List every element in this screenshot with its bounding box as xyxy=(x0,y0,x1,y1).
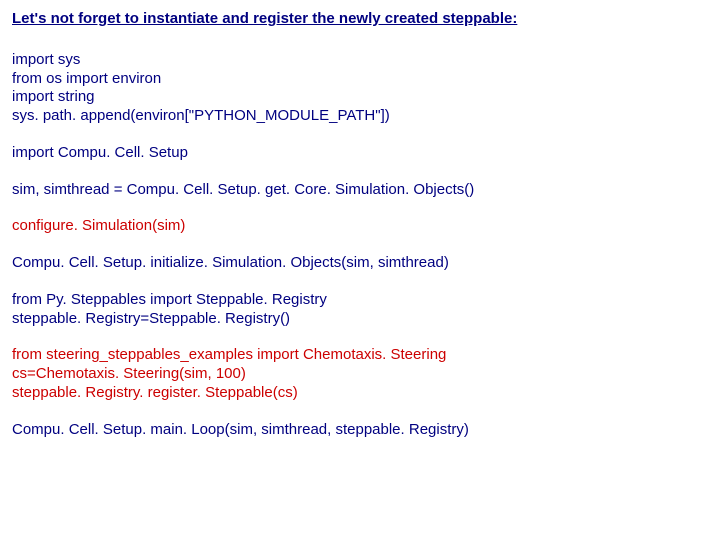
code-line: import string xyxy=(12,88,708,107)
code-block: from Py. Steppables import Steppable. Re… xyxy=(12,291,708,329)
code-line: import sys xyxy=(12,51,708,70)
code-block: Compu. Cell. Setup. initialize. Simulati… xyxy=(12,254,708,273)
code-block-highlight: configure. Simulation(sim) xyxy=(12,217,708,236)
code-block: sim, simthread = Compu. Cell. Setup. get… xyxy=(12,181,708,200)
code-line: steppable. Registry. register. Steppable… xyxy=(12,384,708,403)
code-line: import Compu. Cell. Setup xyxy=(12,144,708,163)
code-line: sim, simthread = Compu. Cell. Setup. get… xyxy=(12,181,708,200)
code-line: Compu. Cell. Setup. main. Loop(sim, simt… xyxy=(12,421,708,440)
code-block-imports: import sys from os import environ import… xyxy=(12,51,708,126)
slide-title: Let's not forget to instantiate and regi… xyxy=(12,10,708,29)
code-line: from os import environ xyxy=(12,70,708,89)
code-line: from steering_steppables_examples import… xyxy=(12,346,708,365)
code-line: Compu. Cell. Setup. initialize. Simulati… xyxy=(12,254,708,273)
code-line: steppable. Registry=Steppable. Registry(… xyxy=(12,310,708,329)
code-block: import Compu. Cell. Setup xyxy=(12,144,708,163)
code-line: from Py. Steppables import Steppable. Re… xyxy=(12,291,708,310)
code-line: sys. path. append(environ["PYTHON_MODULE… xyxy=(12,107,708,126)
code-line: cs=Chemotaxis. Steering(sim, 100) xyxy=(12,365,708,384)
code-block: Compu. Cell. Setup. main. Loop(sim, simt… xyxy=(12,421,708,440)
code-line: configure. Simulation(sim) xyxy=(12,217,708,236)
code-block-highlight: from steering_steppables_examples import… xyxy=(12,346,708,402)
